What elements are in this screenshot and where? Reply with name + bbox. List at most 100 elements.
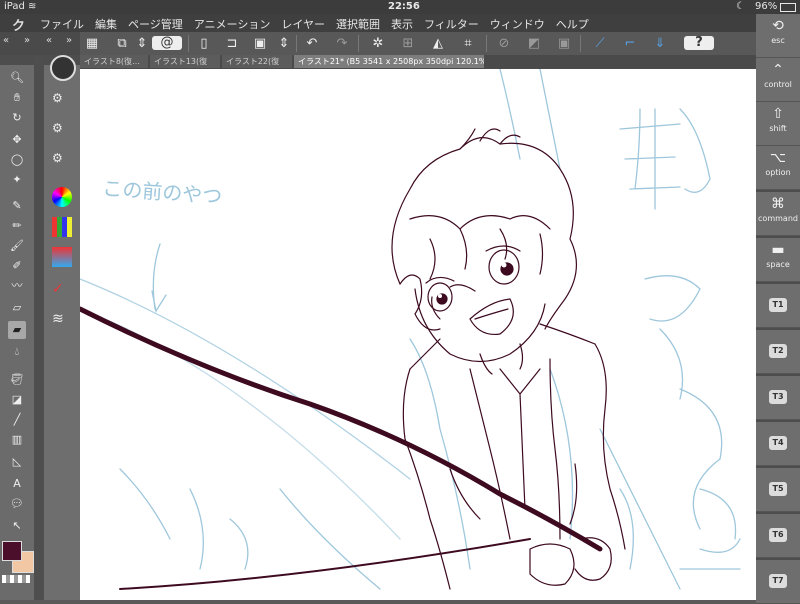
clock: 22:56 bbox=[388, 1, 420, 12]
t6-key[interactable]: T6 bbox=[756, 514, 800, 558]
ruler-tool-icon[interactable]: ◺ bbox=[8, 453, 26, 471]
eraser-alt-tool-icon[interactable]: ▱ bbox=[8, 299, 26, 317]
intermediate-color-icon[interactable] bbox=[52, 247, 72, 267]
gradient-tool-icon[interactable]: ◪ bbox=[8, 391, 26, 409]
menu-file[interactable]: ファイル bbox=[40, 16, 84, 32]
t2-key[interactable]: T2 bbox=[756, 330, 800, 374]
quick-access-icon[interactable] bbox=[50, 55, 76, 81]
save-stepper-icon[interactable]: ⇕ bbox=[274, 34, 294, 53]
stepper-icon[interactable]: ⇕ bbox=[132, 34, 152, 53]
expand-right-icon-2[interactable]: » bbox=[66, 35, 72, 46]
menu-page[interactable]: ページ管理 bbox=[128, 16, 183, 32]
layer-properties-icon[interactable]: ⚙ bbox=[52, 91, 72, 111]
tab-document-2[interactable]: イラスト13(復 bbox=[150, 55, 220, 68]
text-tool-icon[interactable]: A bbox=[8, 475, 26, 493]
menu-window[interactable]: ウィンドウ bbox=[490, 16, 545, 32]
layer-stack-icon[interactable]: ≋ bbox=[52, 311, 72, 331]
pen-tool-icon[interactable]: ✎ bbox=[8, 197, 26, 215]
control-icon: ⌃ bbox=[772, 62, 784, 78]
key-label: T7 bbox=[769, 574, 787, 588]
control-key[interactable]: ⌃ control bbox=[756, 58, 800, 102]
t3-key[interactable]: T3 bbox=[756, 376, 800, 420]
expand-right-icon[interactable]: » bbox=[24, 35, 30, 46]
open-folder-icon[interactable]: ⊐ bbox=[222, 34, 242, 53]
transform-icon[interactable]: ⊞ bbox=[398, 34, 418, 53]
color-wheel-icon[interactable] bbox=[52, 187, 72, 207]
tab-document-active[interactable]: イラスト21* (B5 3541 x 2508px 350dpi 120.1%) bbox=[294, 55, 484, 68]
menu-filter[interactable]: フィルター bbox=[424, 16, 479, 32]
tool-settings-icon[interactable]: ⚙ bbox=[52, 121, 72, 141]
command-key[interactable]: ⌘ command bbox=[756, 192, 800, 236]
fill-icon[interactable]: ◭ bbox=[428, 34, 448, 53]
airbrush-tool-icon[interactable]: ✐ bbox=[8, 257, 26, 275]
grid-snap-icon[interactable]: ⇓ bbox=[650, 34, 670, 53]
layer-mask-icon[interactable]: ◩ bbox=[524, 34, 544, 53]
menu-help[interactable]: ヘルプ bbox=[556, 16, 589, 32]
frame-tool-icon[interactable]: ▥ bbox=[8, 431, 26, 449]
undo-icon[interactable]: ↶ bbox=[302, 34, 322, 53]
artwork-svg: この前のやつ bbox=[80, 69, 741, 590]
space-key[interactable]: ▬ space bbox=[756, 238, 800, 282]
shift-key[interactable]: ⇧ shift bbox=[756, 102, 800, 146]
fill-tool-icon[interactable]: 🪣︎ bbox=[8, 371, 26, 389]
t4-key[interactable]: T4 bbox=[756, 422, 800, 466]
save-icon[interactable]: ▣ bbox=[250, 34, 270, 53]
color-set-icon[interactable] bbox=[52, 217, 72, 237]
grid-icon[interactable]: ▦ bbox=[82, 34, 102, 53]
special-ruler-icon[interactable]: ⌐ bbox=[620, 34, 640, 53]
t5-key[interactable]: T5 bbox=[756, 468, 800, 512]
crop-icon[interactable]: ⌗ bbox=[458, 34, 478, 53]
redo-icon[interactable]: ↷ bbox=[332, 34, 352, 53]
edge-keyboard: ⟲ esc ⌃ control ⇧ shift ⌥ option ⌘ comma… bbox=[756, 14, 800, 604]
collapse-left-icon[interactable]: « bbox=[3, 35, 9, 46]
option-key[interactable]: ⌥ option bbox=[756, 146, 800, 190]
magic-wand-icon[interactable]: ✦ bbox=[8, 171, 26, 189]
clear-icon[interactable]: ⊘ bbox=[494, 34, 514, 53]
tab-document-3[interactable]: イラスト22(復 bbox=[222, 55, 292, 68]
correct-line-tool-icon[interactable]: ↖ bbox=[8, 517, 26, 535]
ruler-snap-icon[interactable]: ⟋ bbox=[590, 34, 610, 53]
help-icon[interactable]: ? bbox=[684, 36, 714, 50]
pencil-tool-icon[interactable]: ✏︎ bbox=[8, 217, 26, 235]
decoration-tool-icon[interactable]: 〰 bbox=[8, 277, 26, 295]
key-label: shift bbox=[769, 124, 787, 133]
swirl-icon[interactable]: @ bbox=[152, 36, 182, 50]
new-window-icon[interactable]: ⧉ bbox=[112, 34, 132, 53]
blend-tool-icon[interactable]: 💧︎ bbox=[8, 343, 26, 361]
option-icon: ⌥ bbox=[769, 150, 787, 166]
key-label: command bbox=[758, 214, 798, 223]
hand-tool-icon[interactable]: ✋︎ bbox=[8, 89, 26, 107]
eraser-tool-icon[interactable]: ▰ bbox=[8, 321, 26, 339]
brush-tool-icon[interactable]: 🖌︎ bbox=[8, 237, 26, 255]
sub-tool-icon[interactable]: ⚙ bbox=[52, 151, 72, 171]
t7-key[interactable]: T7 bbox=[756, 560, 800, 604]
rotate-tool-icon[interactable]: ↻ bbox=[8, 109, 26, 127]
main-color-swatch[interactable] bbox=[2, 541, 22, 561]
tab-document-1[interactable]: イラスト8(復… bbox=[80, 55, 148, 68]
menu-view[interactable]: 表示 bbox=[391, 16, 413, 32]
key-label: option bbox=[765, 168, 791, 177]
move-tool-icon[interactable]: ✥ bbox=[8, 131, 26, 149]
zoom-tool-icon[interactable]: 🔍︎ bbox=[8, 69, 26, 87]
lasso-tool-icon[interactable]: ◯ bbox=[8, 151, 26, 169]
menu-edit[interactable]: 編集 bbox=[95, 16, 117, 32]
select-all-icon[interactable]: ▣ bbox=[554, 34, 574, 53]
sketch-note: この前のやつ bbox=[102, 176, 223, 208]
balloon-tool-icon[interactable]: 💬︎ bbox=[8, 495, 26, 513]
esc-key[interactable]: ⟲ esc bbox=[756, 14, 800, 58]
collapse-left-icon-2[interactable]: « bbox=[46, 35, 52, 46]
t1-key[interactable]: T1 bbox=[756, 284, 800, 328]
menu-bar: ク ファイル 編集 ページ管理 アニメーション レイヤー 選択範囲 表示 フィル… bbox=[0, 14, 800, 34]
color-history-icon[interactable]: ✓ bbox=[52, 281, 72, 301]
menu-animation[interactable]: アニメーション bbox=[194, 16, 271, 32]
menu-selection[interactable]: 選択範囲 bbox=[336, 16, 380, 32]
new-document-icon[interactable]: ▯ bbox=[194, 34, 214, 53]
figure-tool-icon[interactable]: ╱ bbox=[8, 411, 26, 429]
transparent-color-swatch[interactable] bbox=[2, 575, 30, 583]
key-label: esc bbox=[771, 36, 785, 45]
loading-icon[interactable]: ✲ bbox=[368, 34, 388, 53]
drawing-canvas[interactable]: この前のやつ bbox=[80, 69, 756, 600]
key-label: T6 bbox=[769, 528, 787, 542]
key-label: T2 bbox=[769, 344, 787, 358]
menu-layer[interactable]: レイヤー bbox=[281, 16, 325, 32]
